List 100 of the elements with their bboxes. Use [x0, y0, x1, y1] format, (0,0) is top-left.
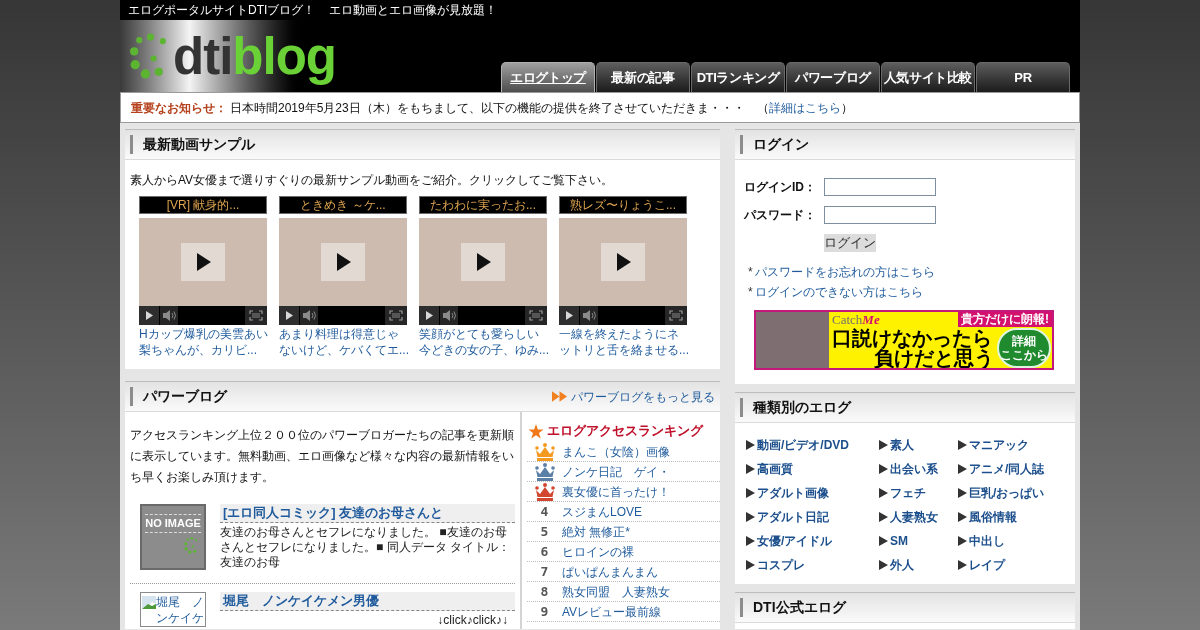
play-icon[interactable] [181, 243, 225, 281]
video-title[interactable]: ときめき ～ケ... [279, 196, 407, 214]
video-description-link[interactable]: 笑顔がとても愛らしい今どきの女の子、ゆみ... [419, 326, 550, 358]
play-icon[interactable] [321, 243, 365, 281]
triangle-bullet-icon [958, 440, 967, 450]
category-link[interactable]: アダルト日記 [757, 508, 829, 526]
speaker-icon[interactable] [160, 306, 178, 325]
entry-title-link[interactable]: [エロ同人コミック] 友達のお母さんと [220, 504, 515, 523]
broken-image[interactable]: 堀尾 ノンケイケ [140, 592, 206, 627]
rank-number: 6 [540, 542, 549, 561]
nav-tab[interactable]: パワーブログ [786, 62, 880, 92]
banner-headline: 口説けなかったら [832, 328, 992, 348]
nav-tab[interactable]: エログトップ [501, 62, 595, 92]
play-icon[interactable] [139, 306, 159, 325]
ranking-link[interactable]: ノンケ日記 ゲイ・ [562, 462, 670, 481]
ranking-link[interactable]: ヒロインの裸 [562, 542, 634, 561]
rank-number: 8 [540, 582, 549, 601]
category-link[interactable]: 巨乳/おっぱい [969, 484, 1045, 502]
play-icon[interactable] [461, 243, 505, 281]
section-title: 種類別のエログ [753, 398, 851, 417]
play-icon[interactable] [419, 306, 439, 325]
help-link[interactable]: パスワードをお忘れの方はこちら [754, 263, 935, 281]
category-link[interactable]: 女優/アイドル [757, 532, 833, 550]
brand-text: CatchMe [832, 313, 880, 327]
video-description-link[interactable]: あまり料理は得意じゃないけど、ケバくてエ... [279, 326, 410, 358]
category-link[interactable]: 風俗情報 [969, 508, 1017, 526]
speaker-icon[interactable] [580, 306, 598, 325]
nav-tab[interactable]: PR [976, 62, 1070, 92]
notice-label: 重要なお知らせ： [131, 99, 227, 117]
double-arrow-icon [552, 391, 567, 402]
input-field[interactable] [824, 206, 936, 224]
category-link[interactable]: 素人 [890, 436, 914, 454]
speaker-icon[interactable] [440, 306, 458, 325]
ranking-link[interactable]: 絶対 無修正* [562, 522, 630, 541]
category-link[interactable]: 高画質 [757, 460, 793, 478]
ranking-link[interactable]: スジまんLOVE [562, 502, 642, 521]
fullscreen-icon[interactable] [665, 306, 687, 325]
details-link[interactable]: 詳細はこちら [768, 100, 841, 115]
category-link[interactable]: 人妻熟女 [890, 508, 938, 526]
triangle-bullet-icon [746, 536, 755, 546]
image-alt-text: 堀尾 ノンケイケ [156, 594, 205, 626]
fullscreen-icon[interactable] [245, 306, 267, 325]
tagline-text: エロ動画とエロ画像が見放題！ [329, 3, 498, 17]
play-icon[interactable] [279, 306, 299, 325]
triangle-bullet-icon [879, 440, 888, 450]
intro-text: 素人からAV女優まで選りすぐりの最新サンプル動画をご紹介。クリックしてご覧下さい。 [129, 172, 615, 188]
triangle-bullet-icon [879, 536, 888, 546]
help-link[interactable]: ログインのできない方はこちら [754, 283, 923, 301]
category-link[interactable]: 出会い系 [890, 460, 938, 478]
rank-number: 7 [540, 562, 549, 581]
rank-number: 4 [540, 502, 549, 521]
entry-excerpt: ↓click♪click♪↓ [436, 614, 509, 627]
triangle-bullet-icon [879, 560, 888, 570]
speaker-icon[interactable] [300, 306, 318, 325]
play-icon[interactable] [601, 243, 645, 281]
tagline-text: エログポータルサイトDTIブログ！ [128, 3, 316, 17]
category-link[interactable]: SM [890, 532, 908, 550]
field-label: ログインID： [744, 179, 817, 196]
nav-tab[interactable]: 最新の記事 [596, 62, 690, 92]
asterisk-mark: * [748, 284, 753, 301]
triangle-bullet-icon [746, 560, 755, 570]
category-link[interactable]: 動画/ビデオ/DVD [757, 436, 849, 454]
category-link[interactable]: 中出し [969, 532, 1005, 550]
category-link[interactable]: アニメ/同人誌 [969, 460, 1045, 478]
play-icon[interactable] [559, 306, 579, 325]
category-link[interactable]: フェチ [890, 484, 926, 502]
video-description-link[interactable]: Hカップ爆乳の美雲あい梨ちゃんが、カリビ... [139, 326, 270, 358]
fullscreen-icon[interactable] [385, 306, 407, 325]
video-title[interactable]: [VR] 献身的... [139, 196, 267, 214]
ranking-link[interactable]: 熟女同盟 人妻熟女 [562, 582, 670, 601]
dots-logo-icon [184, 537, 198, 554]
nav-tab[interactable]: 人気サイト比較 [881, 62, 975, 92]
notice-text: 日本時間2019年5月23日（木）をもちまして、以下の機能の提供を終了させていただきま・・・ （詳細はこちら） [230, 99, 853, 117]
rank-number: 9 [540, 602, 549, 621]
video-title[interactable]: 熟レズ〜りょうこ... [559, 196, 687, 214]
more-link[interactable]: パワーブログをもっと見る [571, 387, 715, 406]
entry-title-link[interactable]: 堀尾 ノンケイケメン男優 [220, 592, 515, 611]
ranking-link[interactable]: 裏女優に首ったけ！ [562, 482, 670, 501]
nav-tab[interactable]: DTIランキング [691, 62, 785, 92]
category-link[interactable]: 外人 [890, 556, 914, 574]
ranking-title: エログアクセスランキング [547, 422, 703, 441]
ranking-link[interactable]: AVレビュー最前線 [562, 602, 662, 621]
input-field[interactable] [824, 178, 936, 196]
triangle-bullet-icon [958, 512, 967, 522]
ranking-link[interactable]: ぱいぱんまんまん [562, 562, 658, 581]
login-button[interactable]: ログイン [824, 234, 876, 252]
section-title: パワーブログ [143, 387, 227, 406]
category-link[interactable]: レイプ [969, 556, 1005, 574]
triangle-bullet-icon [879, 488, 888, 498]
category-link[interactable]: コスプレ [757, 556, 805, 574]
fullscreen-icon[interactable] [525, 306, 547, 325]
video-title[interactable]: たわわに実ったお... [419, 196, 547, 214]
category-link[interactable]: マニアック [969, 436, 1029, 454]
details-badge[interactable]: 詳細 ここから [997, 328, 1051, 368]
ranking-link[interactable]: まんこ（女陰）画像 [562, 442, 670, 461]
video-description-link[interactable]: 一線を終えたようにネットリと舌を絡ませる... [559, 326, 690, 358]
placeholder-text: NO IMAGE [145, 517, 201, 530]
category-link[interactable]: アダルト画像 [757, 484, 829, 502]
broken-image-icon [142, 596, 156, 609]
asterisk-mark: * [748, 264, 753, 281]
